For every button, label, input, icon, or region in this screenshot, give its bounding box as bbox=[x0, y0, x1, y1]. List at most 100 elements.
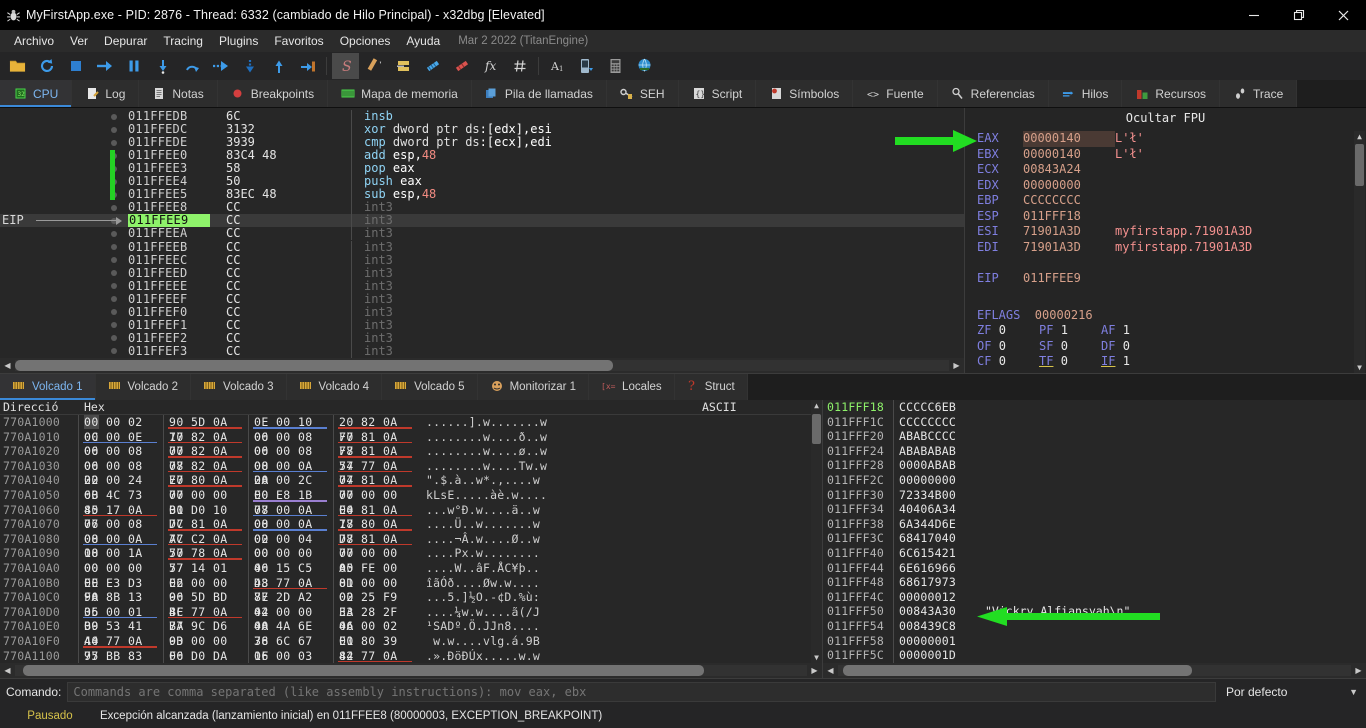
maximize-button[interactable] bbox=[1276, 0, 1321, 30]
breakpoint-toggle[interactable] bbox=[100, 230, 128, 237]
stack-row[interactable]: 011FFF20 ABABCCCC bbox=[823, 429, 1366, 444]
registers-vscrollbar[interactable]: ▲ ▼ bbox=[1354, 131, 1365, 373]
menu-ayuda[interactable]: Ayuda bbox=[398, 32, 448, 50]
dump-hex-group[interactable]: EE E3 D3 F0 bbox=[78, 575, 163, 604]
flag-of[interactable]: OF 0 bbox=[977, 339, 1039, 355]
dump-row[interactable]: 770A1100 95 BB 83 D0F6 D0 DA 7806 00 03 0… bbox=[0, 648, 822, 663]
tab-pila-de-llamadas[interactable]: Pila de llamadas bbox=[471, 80, 607, 107]
vscroll-thumb[interactable] bbox=[1355, 144, 1364, 186]
scroll-left-icon[interactable]: ◀ bbox=[0, 358, 15, 373]
tab-seh[interactable]: SEH bbox=[606, 80, 679, 107]
dump-hex-group[interactable]: 06 00 08 00 bbox=[78, 517, 163, 546]
sign-icon[interactable]: S bbox=[332, 53, 359, 79]
flag-pf[interactable]: PF 1 bbox=[1039, 323, 1101, 339]
breakpoint-toggle[interactable] bbox=[100, 257, 128, 264]
tab-trace[interactable]: Trace bbox=[1220, 80, 1298, 107]
flag-value[interactable]: 0 bbox=[1061, 354, 1068, 368]
disassembly-row[interactable]: 011FFEDB 6C insb bbox=[0, 110, 964, 123]
dump-row[interactable]: 770A10D0 06 00 01 00 BC 77 0A 77 02 00 00 0… bbox=[0, 604, 822, 633]
register-row[interactable]: EDI 71901A3D myfirstapp.71901A3D bbox=[977, 240, 1366, 256]
log-icon[interactable] bbox=[390, 53, 417, 79]
bottom-tab-volcado-4[interactable]: Volcado 4 bbox=[286, 374, 383, 400]
dump-hex-group[interactable]: E4 81 0A 77 bbox=[333, 502, 418, 531]
dump-hex-group[interactable]: F8 81 0A 77 bbox=[333, 444, 418, 473]
dump-hex-group[interactable]: 2A 00 2C 00 bbox=[248, 473, 333, 502]
tab-recursos[interactable]: Recursos bbox=[1122, 80, 1221, 107]
dump-hex-group[interactable]: 4A 4A 6E 38 bbox=[248, 619, 333, 648]
dump-hex-group[interactable]: 6B 4C 73 45 bbox=[78, 487, 163, 517]
scroll-down-icon[interactable]: ▼ bbox=[811, 652, 822, 663]
hide-fpu-toggle[interactable]: Ocultar FPU bbox=[965, 108, 1366, 131]
dump-hex-group[interactable]: BA 9C D6 9D bbox=[163, 619, 248, 648]
disassembly-row[interactable]: 011FFEEA CC int3 bbox=[0, 227, 964, 241]
stack-value[interactable]: 0000001D bbox=[893, 648, 967, 663]
dump-hex-group[interactable]: 04 81 0A 77 bbox=[333, 473, 418, 502]
register-row-eip[interactable]: EIP 011FFEE9 bbox=[977, 271, 1366, 287]
breakpoint-toggle[interactable] bbox=[100, 113, 128, 120]
flag-value[interactable]: 1 bbox=[1123, 323, 1130, 337]
dump-hex-group[interactable]: 80 17 0A 77 bbox=[78, 502, 163, 531]
disassembly-row[interactable]: 011FFEE3 58 pop eax bbox=[0, 162, 964, 176]
disassembly-row[interactable]: 011FFEDE 3939 cmp dword ptr ds:[ecx],edi bbox=[0, 136, 964, 150]
flag-cf[interactable]: CF 0 bbox=[977, 354, 1039, 370]
minimize-button[interactable] bbox=[1231, 0, 1276, 30]
flag-value[interactable]: 0 bbox=[999, 339, 1006, 353]
menu-opciones[interactable]: Opciones bbox=[332, 32, 399, 50]
register-row[interactable]: EDX 00000000 bbox=[977, 178, 1366, 194]
stack-value[interactable]: CCCCC6EB bbox=[893, 400, 967, 415]
chevron-down-icon[interactable]: ▼ bbox=[1349, 687, 1366, 697]
scroll-up-icon[interactable]: ▲ bbox=[1354, 131, 1365, 142]
dump-row[interactable]: 770A1000 00 00 02 00 90 5D 0A 77 0E 00 10 0… bbox=[0, 415, 822, 444]
dump-row[interactable]: 770A10E0 B9 53 41 44 BA 9C D6 9D 4A 4A 6E 3… bbox=[0, 619, 822, 648]
stack-value[interactable]: 72334B00 bbox=[893, 487, 967, 503]
flag-zf[interactable]: ZF 0 bbox=[977, 323, 1039, 339]
bottom-tab-volcado-1[interactable]: Volcado 1 bbox=[0, 374, 96, 400]
dump-hex-group[interactable]: 06 00 08 00 bbox=[248, 444, 333, 473]
patches-icon[interactable] bbox=[419, 53, 446, 79]
breakpoint-toggle[interactable] bbox=[100, 322, 128, 329]
stack-hscrollbar[interactable]: ◀ ▶ bbox=[823, 663, 1366, 678]
dump-hex-group[interactable]: 06 00 02 00 bbox=[333, 619, 418, 648]
menu-plugins[interactable]: Plugins bbox=[211, 32, 266, 50]
dump-hex-group[interactable]: 08 82 0A 77 bbox=[163, 458, 248, 487]
goto-icon[interactable] bbox=[294, 53, 321, 79]
dump-hex-group[interactable]: DC 81 0A 77 bbox=[163, 517, 248, 546]
disassembly-row[interactable]: 011FFEE5 83EC 48 sub esp,48 bbox=[0, 188, 964, 202]
tab-log[interactable]: Log bbox=[72, 80, 140, 107]
function-icon[interactable]: fx bbox=[477, 53, 504, 79]
menu-tracing[interactable]: Tracing bbox=[155, 32, 211, 50]
run-to-return-icon[interactable] bbox=[207, 53, 234, 79]
dump-hex-group[interactable]: E0 80 0A 77 bbox=[163, 473, 248, 502]
stack-value[interactable]: 68417040 bbox=[893, 531, 967, 546]
bottom-tab-volcado-2[interactable]: Volcado 2 bbox=[95, 374, 192, 400]
dump-hex-group[interactable]: 00 00 00 01 bbox=[163, 487, 248, 517]
hscroll-track[interactable] bbox=[15, 360, 949, 371]
dump-hex-group[interactable]: F0 81 0A 77 bbox=[333, 429, 418, 458]
breakpoint-toggle[interactable] bbox=[100, 139, 128, 146]
globe-icon[interactable] bbox=[631, 53, 658, 79]
dump-hex-group[interactable]: 08 00 0A 00 bbox=[248, 458, 333, 487]
stack-value[interactable]: ABABABAB bbox=[893, 443, 967, 459]
dump-hex-group[interactable]: E3 28 2F 4A bbox=[333, 604, 418, 633]
tab-fuente[interactable]: <> Fuente bbox=[853, 80, 938, 107]
dump-hex-group[interactable]: 20 82 0A 77 bbox=[333, 415, 418, 444]
disassembly-row[interactable]: 011FFEE9 CC int3 bbox=[0, 214, 964, 228]
dump-hex-group[interactable]: 54 77 0A 77 bbox=[333, 458, 418, 487]
stack-row[interactable]: 011FFF28 0000ABAB bbox=[823, 458, 1366, 473]
dump-hex-group[interactable]: 00 00 00 00 bbox=[333, 546, 418, 575]
phone-icon[interactable] bbox=[573, 53, 600, 79]
bookmark-icon[interactable] bbox=[448, 53, 475, 79]
disassembly-row[interactable]: 011FFEEF CC int3 bbox=[0, 292, 964, 306]
menu-depurar[interactable]: Depurar bbox=[96, 32, 155, 50]
stack-row[interactable]: 011FFF5C 0000001D bbox=[823, 648, 1366, 663]
flag-value[interactable]: 0 bbox=[1061, 339, 1068, 353]
dump-hex-group[interactable]: 01 00 00 00 bbox=[333, 575, 418, 604]
eflags-row[interactable]: EFLAGS 00000216 bbox=[977, 308, 1366, 324]
flag-value[interactable]: 0 bbox=[1123, 339, 1130, 353]
breakpoint-toggle[interactable] bbox=[100, 283, 128, 290]
disassembly-row[interactable]: 011FFEE4 50 push eax bbox=[0, 175, 964, 189]
dump-hex-group[interactable]: 06 00 08 00 bbox=[78, 444, 163, 473]
register-value[interactable]: 011FFF18 bbox=[1023, 209, 1115, 225]
tab-cpu[interactable]: 32 CPU bbox=[0, 80, 73, 107]
hscroll-thumb[interactable] bbox=[22, 665, 705, 676]
